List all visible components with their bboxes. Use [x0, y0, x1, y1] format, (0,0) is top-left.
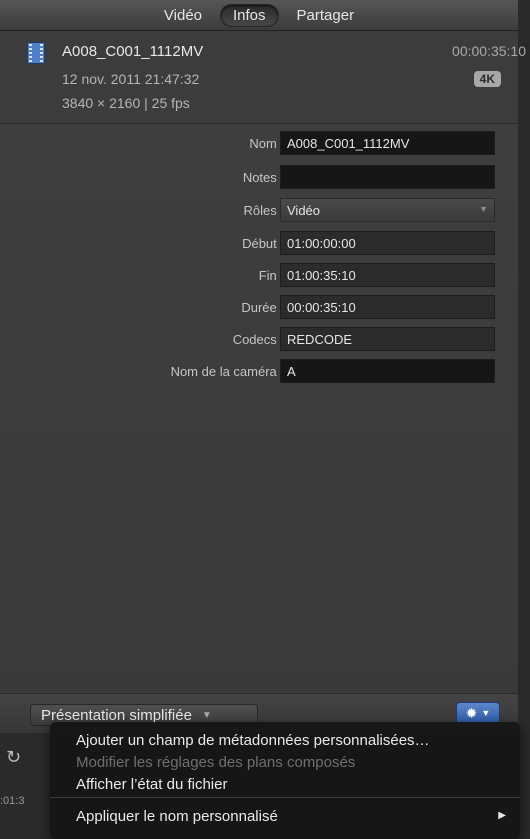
roles-select[interactable]: Vidéo ▼: [280, 198, 495, 222]
nom-field[interactable]: A008_C001_1112MV: [280, 131, 495, 155]
chevron-down-icon: ▼: [479, 204, 488, 214]
field-label-debut: Début :: [242, 236, 284, 251]
fin-field[interactable]: 01:00:35:10: [280, 263, 495, 287]
action-menu-button[interactable]: ✹ ▼: [456, 702, 500, 724]
roles-select-value: Vidéo: [287, 203, 321, 218]
field-label-nom: Nom :: [249, 136, 284, 151]
menu-divider: [50, 797, 520, 798]
clip-date: 12 nov. 2011 21:47:32: [62, 71, 200, 87]
retime-icon[interactable]: ↻: [6, 747, 21, 768]
clip-format: 3840 × 2160 | 25 fps: [62, 95, 190, 111]
debut-field[interactable]: 01:00:00:00: [280, 231, 495, 255]
chevron-down-icon: ▼: [201, 709, 212, 721]
codecs-field[interactable]: REDCODE: [280, 327, 495, 351]
submenu-arrow-icon: ▶: [498, 810, 506, 821]
tab-infos[interactable]: Infos: [220, 3, 279, 27]
tab-video[interactable]: Vidéo: [152, 5, 214, 26]
view-mode-label: Présentation simplifiée: [41, 706, 192, 724]
chevron-down-icon: ▼: [481, 708, 491, 718]
resolution-badge: 4K: [473, 71, 501, 87]
field-label-duree: Durée :: [241, 300, 284, 315]
menu-item-show-file-status[interactable]: Afficher l’état du fichier: [76, 776, 227, 793]
field-label-codecs: Codecs :: [232, 332, 284, 347]
film-icon: [27, 42, 45, 64]
field-label-roles: Rôles :: [243, 203, 284, 218]
field-label-notes: Notes :: [242, 170, 284, 185]
window-edge: [518, 0, 530, 839]
clip-header: A008_C001_1112MV 00:00:35:10 12 nov. 201…: [0, 31, 526, 124]
duree-field[interactable]: 00:00:35:10: [280, 295, 495, 319]
timeline-time-fragment: :01:3: [0, 795, 25, 807]
menu-item-compound-settings: Modifier les réglages des plans composés: [76, 754, 356, 771]
camera-name-field[interactable]: A: [280, 359, 495, 383]
clip-duration: 00:00:35:10: [452, 43, 526, 59]
notes-field[interactable]: [280, 165, 495, 189]
menu-item-add-metadata-field[interactable]: Ajouter un champ de métadonnées personna…: [76, 732, 430, 749]
inspector-tabs: Vidéo Infos Partager: [0, 0, 518, 31]
field-label-camera: Nom de la caméra :: [170, 364, 284, 379]
tab-partager[interactable]: Partager: [285, 5, 367, 26]
clip-name: A008_C001_1112MV: [62, 43, 204, 60]
menu-item-apply-custom-name[interactable]: Appliquer le nom personnalisé: [76, 808, 278, 825]
gear-icon: ✹: [465, 704, 478, 721]
action-context-menu: Ajouter un champ de métadonnées personna…: [50, 722, 520, 839]
